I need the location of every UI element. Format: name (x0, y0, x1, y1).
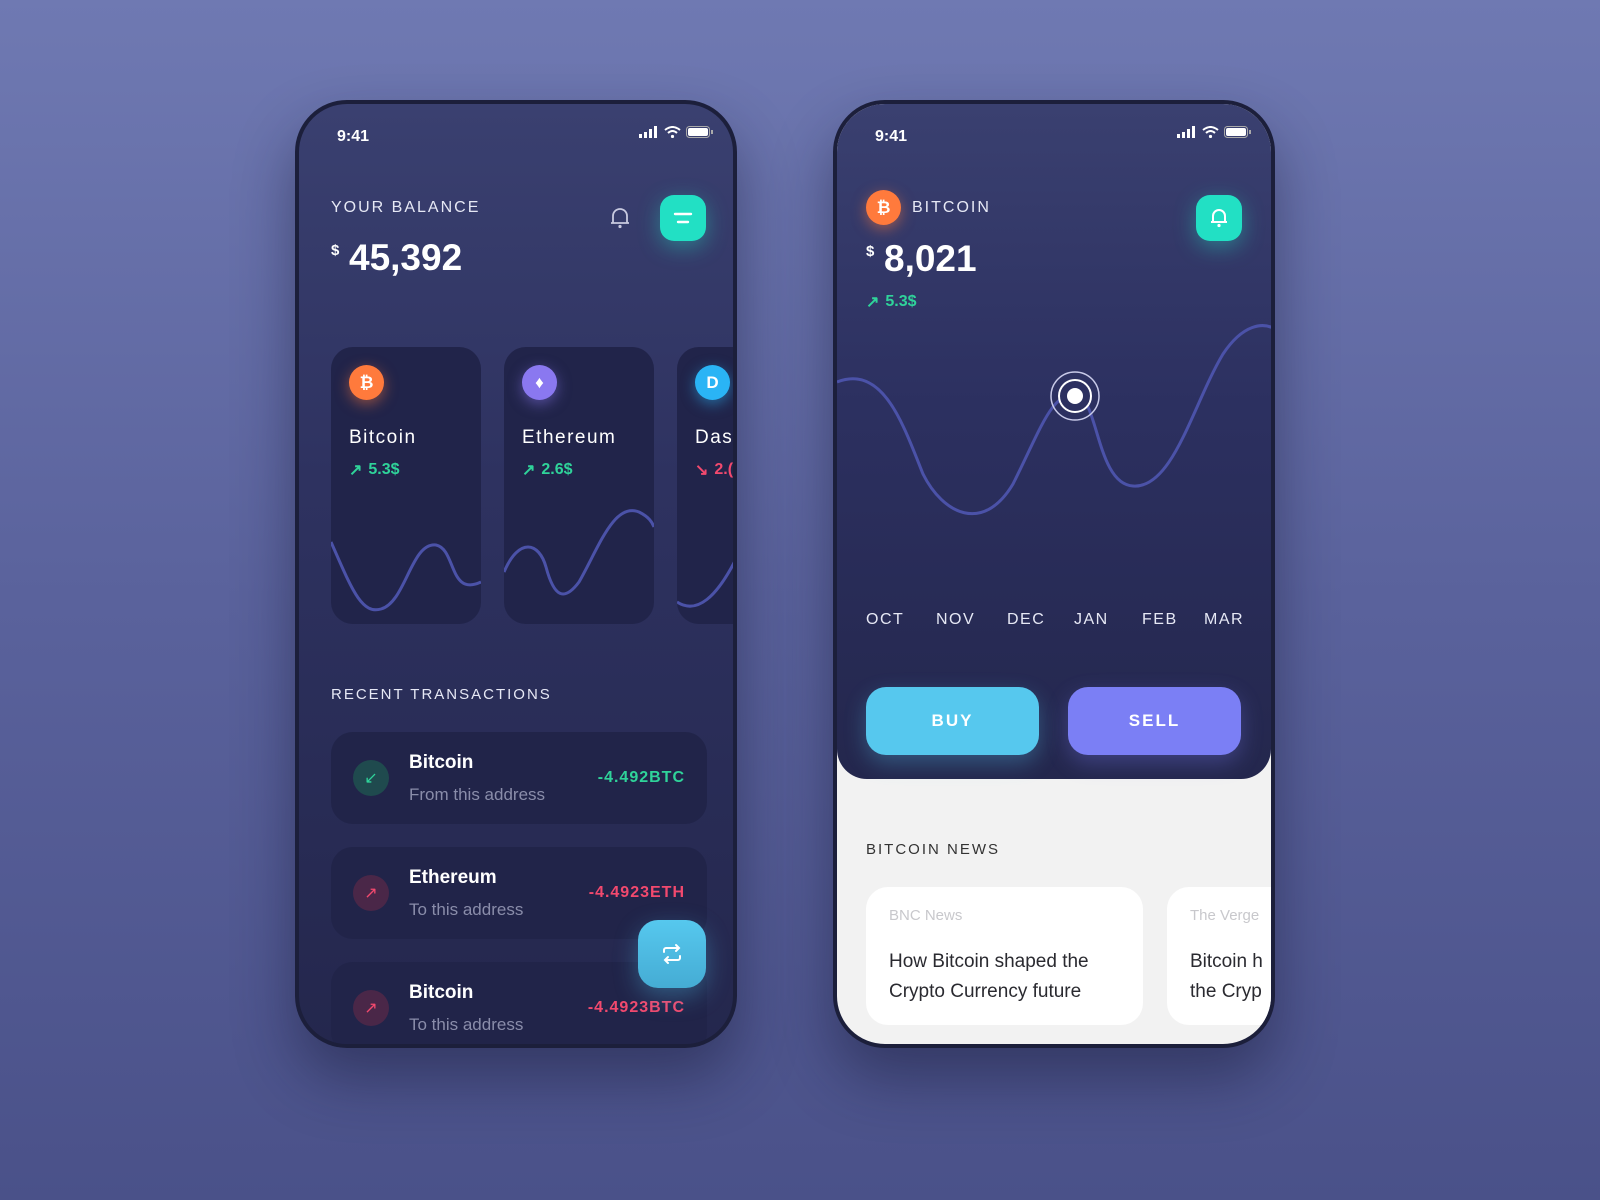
battery-icon (686, 126, 713, 138)
transaction-row[interactable]: ↙ Bitcoin From this address -4.492BTC (331, 732, 707, 824)
menu-icon (673, 212, 693, 224)
sparkline (677, 561, 733, 608)
coin-card-dash[interactable]: D Das ↘ 2.( (677, 347, 733, 624)
wallet-screen: 9:41 YOUR BALANCE $ 45,392 ₿ Bitcoin ↗ 5.… (295, 100, 737, 1048)
news-card[interactable]: The Verge Bitcoin h the Cryp (1167, 887, 1271, 1025)
news-title: How Bitcoin shaped the Crypto Currency f… (889, 951, 1089, 1002)
status-time: 9:41 (337, 128, 370, 145)
coin-card-ethereum[interactable]: ♦ Ethereum ↗ 2.6$ (504, 347, 654, 624)
month-label: OCT (866, 611, 905, 628)
wifi-icon (664, 126, 681, 138)
price-chart[interactable] (837, 104, 1271, 604)
transaction-name: Ethereum (409, 867, 497, 888)
news-card[interactable]: BNC News How Bitcoin shaped the Crypto C… (866, 887, 1143, 1025)
transaction-amount: -4.4923ETH (588, 884, 685, 901)
coin-card-bitcoin[interactable]: ₿ Bitcoin ↗ 5.3$ (331, 347, 481, 624)
news-label: BITCOIN NEWS (866, 841, 1001, 858)
month-label: DEC (1007, 611, 1046, 628)
arrow-up-right-icon: ↗ (353, 990, 389, 1026)
menu-button[interactable] (660, 195, 706, 241)
bell-icon[interactable] (609, 206, 631, 230)
transaction-sub: From this address (409, 785, 546, 804)
coin-detail-screen: 9:41 ₿ BITCOIN $ 8,021 ↗ 5.3$ OCT NOV DEC… (833, 100, 1275, 1048)
balance-label: YOUR BALANCE (331, 199, 481, 216)
buy-button[interactable]: BUY (866, 687, 1039, 755)
price-line (837, 324, 1271, 515)
currency-symbol: $ (331, 242, 340, 259)
arrow-down-left-icon: ↙ (353, 760, 389, 796)
transaction-name: Bitcoin (409, 982, 474, 1003)
recent-transactions-label: RECENT TRANSACTIONS (331, 686, 552, 703)
news-source: The Verge (1190, 907, 1260, 924)
month-label: MAR (1204, 611, 1245, 628)
balance-amount: 45,392 (349, 237, 463, 278)
selected-point (1067, 388, 1083, 404)
transaction-sub: To this address (409, 1015, 524, 1034)
transaction-amount: -4.492BTC (597, 769, 685, 786)
news-source: BNC News (889, 907, 963, 924)
month-label: FEB (1142, 611, 1178, 628)
exchange-button[interactable] (638, 920, 706, 988)
arrow-up-right-icon: ↗ (353, 875, 389, 911)
month-label: JAN (1074, 611, 1109, 628)
transaction-amount: -4.4923BTC (587, 999, 685, 1016)
month-label: NOV (936, 611, 976, 628)
transaction-sub: To this address (409, 900, 524, 919)
signal-icon (639, 126, 657, 138)
swap-icon (663, 944, 681, 964)
sell-button[interactable]: SELL (1068, 687, 1241, 755)
sparkline (331, 541, 481, 612)
status-icons (639, 126, 713, 138)
sparkline (504, 509, 654, 596)
news-title: Bitcoin h the Cryp (1190, 951, 1263, 1002)
transaction-name: Bitcoin (409, 752, 474, 773)
